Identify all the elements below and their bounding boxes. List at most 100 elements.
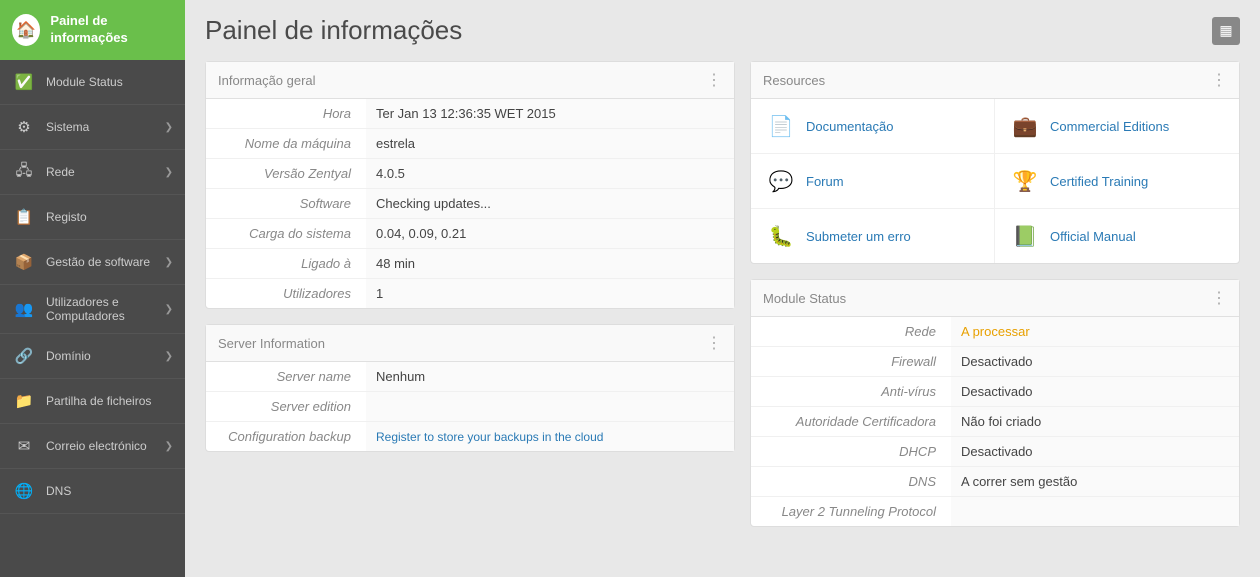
table-row: Rede A processar: [751, 317, 1239, 347]
resource-label: Documentação: [806, 119, 893, 134]
resource-label: Forum: [806, 174, 844, 189]
sidebar-item-label: Module Status: [46, 75, 173, 89]
right-column: Resources ⋮ 📄 Documentação 💼 Commercial …: [750, 61, 1240, 527]
table-row: DHCP Desactivado: [751, 437, 1239, 467]
field-label: Server edition: [206, 392, 366, 422]
sidebar-item-label: Correio electrónico: [46, 439, 155, 453]
backup-link[interactable]: Register to store your backups in the cl…: [376, 430, 603, 444]
module-label: Firewall: [751, 347, 951, 377]
module-label: Autoridade Certificadora: [751, 407, 951, 437]
module-value: [951, 497, 1239, 527]
field-value: Checking updates...: [366, 189, 734, 219]
correio-icon: ✉: [12, 434, 36, 458]
field-value: 0.04, 0.09, 0.21: [366, 219, 734, 249]
module-value: A processar: [951, 317, 1239, 347]
sidebar-item-label: Gestão de software: [46, 255, 155, 269]
sidebar-item-partilha[interactable]: 📁 Partilha de ficheiros: [0, 379, 185, 424]
module-value: Desactivado: [951, 437, 1239, 467]
sidebar-header-title: Painel de informações: [50, 13, 173, 47]
submeter-erro-icon: 🐛: [766, 221, 796, 251]
dns-icon: 🌐: [12, 479, 36, 503]
field-value: Register to store your backups in the cl…: [366, 422, 734, 452]
resource-official-manual[interactable]: 📗 Official Manual: [995, 209, 1239, 263]
table-row: Firewall Desactivado: [751, 347, 1239, 377]
resource-label: Commercial Editions: [1050, 119, 1169, 134]
panel-menu-icon[interactable]: ⋮: [706, 333, 722, 353]
sidebar-item-dns[interactable]: 🌐 DNS: [0, 469, 185, 514]
utilizadores-icon: 👥: [12, 297, 36, 321]
sidebar-header[interactable]: 🏠 Painel de informações: [0, 0, 185, 60]
module-value: Desactivado: [951, 377, 1239, 407]
sidebar-item-correio[interactable]: ✉ Correio electrónico ❯: [0, 424, 185, 469]
documentacao-icon: 📄: [766, 111, 796, 141]
grid-icon[interactable]: ▦: [1212, 17, 1240, 45]
panel-menu-icon[interactable]: ⋮: [1211, 288, 1227, 308]
panel-menu-icon[interactable]: ⋮: [706, 70, 722, 90]
sidebar-item-utilizadores[interactable]: 👥 Utilizadores e Computadores ❯: [0, 285, 185, 334]
field-value: 48 min: [366, 249, 734, 279]
resource-label: Submeter um erro: [806, 229, 911, 244]
resource-submeter-erro[interactable]: 🐛 Submeter um erro: [751, 209, 995, 263]
resource-label: Certified Training: [1050, 174, 1148, 189]
module-status-title: Module Status: [763, 291, 846, 306]
resources-title: Resources: [763, 73, 825, 88]
official-manual-icon: 📗: [1010, 221, 1040, 251]
module-label: DNS: [751, 467, 951, 497]
sidebar-item-sistema[interactable]: ⚙ Sistema ❯: [0, 105, 185, 150]
field-value: Ter Jan 13 12:36:35 WET 2015: [366, 99, 734, 129]
table-row: Versão Zentyal 4.0.5: [206, 159, 734, 189]
rede-icon: 🖧: [12, 160, 36, 184]
content-area: Informação geral ⋮ Hora Ter Jan 13 12:36…: [205, 61, 1240, 527]
info-geral-header: Informação geral ⋮: [206, 62, 734, 99]
module-status-header: Module Status ⋮: [751, 280, 1239, 317]
sidebar-item-label: DNS: [46, 484, 173, 498]
server-info-panel: Server Information ⋮ Server name Nenhum …: [205, 324, 735, 452]
resources-grid: 📄 Documentação 💼 Commercial Editions 💬 F…: [751, 99, 1239, 263]
chevron-right-icon: ❯: [165, 167, 173, 178]
table-row: Utilizadores 1: [206, 279, 734, 309]
table-row: Server name Nenhum: [206, 362, 734, 392]
resource-commercial-editions[interactable]: 💼 Commercial Editions: [995, 99, 1239, 154]
chevron-right-icon: ❯: [165, 441, 173, 452]
chevron-right-icon: ❯: [165, 122, 173, 133]
module-value: Não foi criado: [951, 407, 1239, 437]
server-info-header: Server Information ⋮: [206, 325, 734, 362]
resource-documentacao[interactable]: 📄 Documentação: [751, 99, 995, 154]
module-value: Desactivado: [951, 347, 1239, 377]
table-row: Layer 2 Tunneling Protocol: [751, 497, 1239, 527]
registo-icon: 📋: [12, 205, 36, 229]
field-label: Server name: [206, 362, 366, 392]
server-info-title: Server Information: [218, 336, 325, 351]
field-label: Nome da máquina: [206, 129, 366, 159]
server-info-table: Server name Nenhum Server edition Config…: [206, 362, 734, 451]
sidebar-item-module-status[interactable]: ✅ Module Status: [0, 60, 185, 105]
page-title-bar: Painel de informações ▦: [205, 15, 1240, 46]
resource-forum[interactable]: 💬 Forum: [751, 154, 995, 209]
sidebar-item-dominio[interactable]: 🔗 Domínio ❯: [0, 334, 185, 379]
chevron-right-icon: ❯: [165, 304, 173, 315]
table-row: Server edition: [206, 392, 734, 422]
table-row: Configuration backup Register to store y…: [206, 422, 734, 452]
resource-certified-training[interactable]: 🏆 Certified Training: [995, 154, 1239, 209]
forum-icon: 💬: [766, 166, 796, 196]
sidebar-item-rede[interactable]: 🖧 Rede ❯: [0, 150, 185, 195]
left-column: Informação geral ⋮ Hora Ter Jan 13 12:36…: [205, 61, 735, 527]
sidebar-item-registo[interactable]: 📋 Registo: [0, 195, 185, 240]
page-title: Painel de informações: [205, 15, 462, 46]
module-status-panel: Module Status ⋮ Rede A processar Firewal…: [750, 279, 1240, 527]
gestao-icon: 📦: [12, 250, 36, 274]
field-value: Nenhum: [366, 362, 734, 392]
sidebar-item-gestao-software[interactable]: 📦 Gestão de software ❯: [0, 240, 185, 285]
table-row: Nome da máquina estrela: [206, 129, 734, 159]
chevron-right-icon: ❯: [165, 351, 173, 362]
field-label: Versão Zentyal: [206, 159, 366, 189]
table-row: Carga do sistema 0.04, 0.09, 0.21: [206, 219, 734, 249]
table-row: Hora Ter Jan 13 12:36:35 WET 2015: [206, 99, 734, 129]
panel-menu-icon[interactable]: ⋮: [1211, 70, 1227, 90]
module-label: Layer 2 Tunneling Protocol: [751, 497, 951, 527]
sidebar: 🏠 Painel de informações ✅ Module Status …: [0, 0, 185, 577]
resources-header: Resources ⋮: [751, 62, 1239, 99]
resources-panel: Resources ⋮ 📄 Documentação 💼 Commercial …: [750, 61, 1240, 264]
info-geral-title: Informação geral: [218, 73, 316, 88]
chevron-right-icon: ❯: [165, 257, 173, 268]
